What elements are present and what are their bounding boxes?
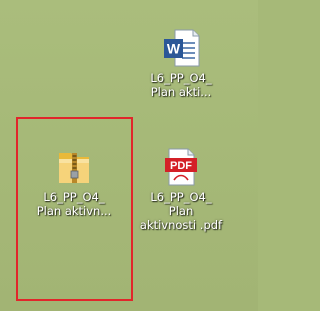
word-badge-letter: W: [167, 41, 181, 57]
desktop-icon-word-document[interactable]: W L6_PP_O4_ Plan akti...: [139, 28, 223, 99]
selection-highlight-box: [16, 117, 133, 301]
desktop-background[interactable]: W L6_PP_O4_ Plan akti... L6_PP_O4_ Plan …: [0, 0, 258, 311]
pdf-badge-text: PDF: [170, 160, 192, 172]
desktop-icon-pdf-document[interactable]: PDF L6_PP_O4_ Plan aktivnosti .pdf: [139, 147, 223, 232]
icon-label: L6_PP_O4_ Plan akti...: [150, 71, 212, 99]
icon-label: L6_PP_O4_ Plan aktivnosti .pdf: [139, 190, 223, 232]
word-document-icon: W: [162, 28, 200, 68]
pdf-document-icon: PDF: [162, 147, 200, 187]
